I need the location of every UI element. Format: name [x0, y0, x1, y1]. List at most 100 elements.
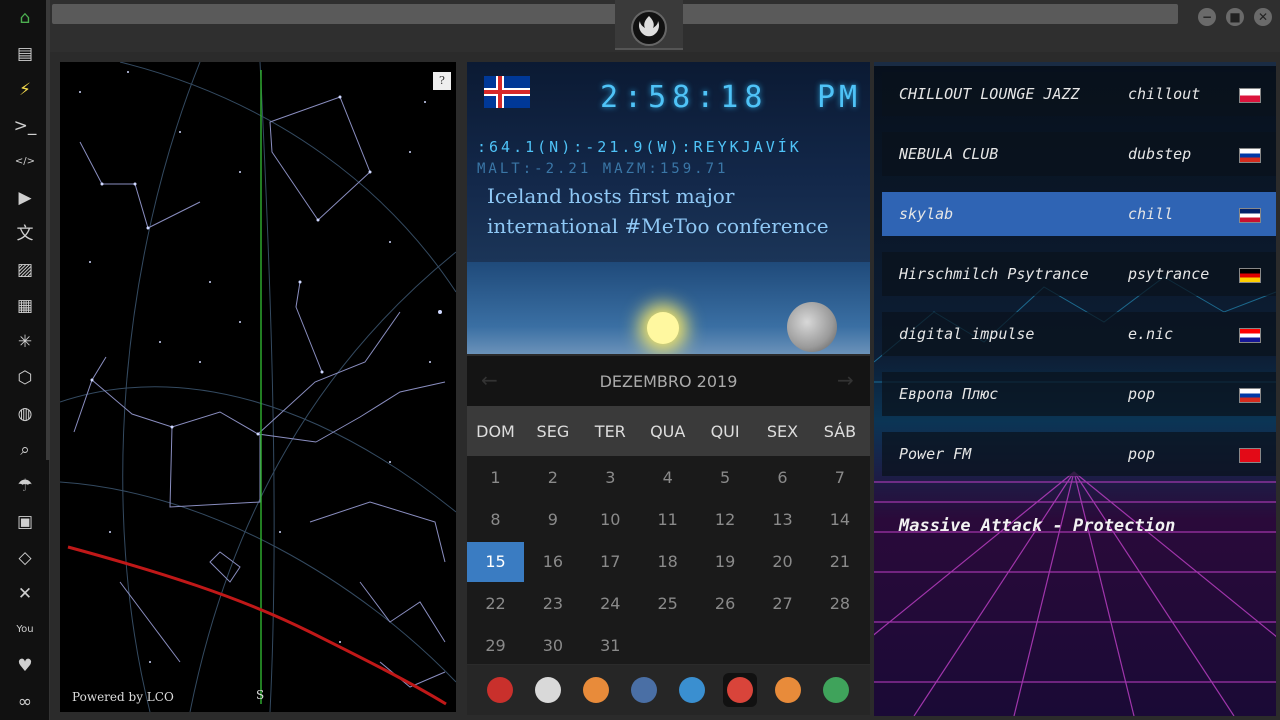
calendar-day[interactable]: 21	[811, 542, 868, 582]
station-row[interactable]: digital impulse e.nic	[882, 312, 1276, 356]
terminal-icon[interactable]: >_	[13, 114, 37, 138]
search-app-icon-glyph	[583, 677, 609, 703]
station-flag-icon	[1239, 448, 1261, 463]
yandex-app-icon[interactable]	[819, 673, 853, 707]
newspaper-icon[interactable]	[531, 673, 565, 707]
rebel-logo-icon	[639, 16, 659, 37]
weekday-label: SEG	[536, 422, 570, 441]
calendar-day[interactable]: 14	[811, 500, 868, 540]
calendar-day[interactable]: 5	[697, 458, 754, 498]
calendar-day[interactable]: 8	[467, 500, 524, 540]
station-flag-icon	[1239, 388, 1261, 403]
translate-icon[interactable]: 文	[13, 222, 37, 246]
calendar-day[interactable]: 2	[524, 458, 581, 498]
news-icon[interactable]: ▦	[13, 294, 37, 318]
document-icon[interactable]: ▤	[13, 42, 37, 66]
home-icon[interactable]: ⌂	[13, 6, 37, 30]
calendar-day[interactable]: 19	[697, 542, 754, 582]
search-icon[interactable]: ⌕	[13, 438, 37, 462]
heart-icon[interactable]: ♥	[13, 654, 37, 678]
station-row[interactable]: skylab chill	[882, 192, 1276, 236]
next-month-button[interactable]: →	[837, 368, 854, 392]
link-icon[interactable]: ◇	[13, 546, 37, 570]
help-button[interactable]: ?	[433, 72, 451, 90]
station-name: Hirschmilch Psytrance	[899, 265, 1089, 283]
calendar-day[interactable]: 23	[524, 584, 581, 624]
calendar-day[interactable]: 10	[582, 500, 639, 540]
close-button[interactable]: ✕	[1254, 8, 1272, 26]
contact-icon[interactable]: ▣	[13, 510, 37, 534]
station-row[interactable]: Европа Плюс pop	[882, 372, 1276, 416]
calendar-day[interactable]: 24	[582, 584, 639, 624]
calendar-day[interactable]: 27	[754, 584, 811, 624]
umbrella-icon[interactable]: ☂	[13, 474, 37, 498]
station-row[interactable]: Hirschmilch Psytrance psytrance	[882, 252, 1276, 296]
calendar-day[interactable]: 31	[582, 626, 639, 666]
image-icon[interactable]: ▨	[13, 258, 37, 282]
iceland-flag-icon	[484, 76, 530, 108]
calendar-day[interactable]: 9	[524, 500, 581, 540]
sky-map-canvas	[60, 62, 456, 712]
calendar-day[interactable]: 30	[524, 626, 581, 666]
station-genre: chill	[1128, 205, 1174, 223]
logo-tab[interactable]	[615, 0, 683, 50]
calendar-weekday-row: DOM SEG TER QUA QUI SEX SÁB	[467, 406, 870, 456]
calendar-day[interactable]: 28	[811, 584, 868, 624]
infinity-icon[interactable]: ∞	[13, 690, 37, 714]
station-row[interactable]: NEBULA CLUB dubstep	[882, 132, 1276, 176]
calendar-day[interactable]: 20	[754, 542, 811, 582]
yandex-app-icon-glyph	[823, 677, 849, 703]
station-genre: psytrance	[1128, 265, 1210, 283]
station-row[interactable]: CHILLOUT LOUNGE JAZZ chillout	[882, 72, 1276, 116]
calendar-day[interactable]: 6	[754, 458, 811, 498]
calendar-day[interactable]: 29	[467, 626, 524, 666]
calendar-day[interactable]: 3	[582, 458, 639, 498]
station-flag-icon	[1239, 148, 1261, 163]
calendar-day[interactable]: 22	[467, 584, 524, 624]
lightning-icon[interactable]: ⚡	[13, 78, 37, 102]
calendar-day[interactable]: 11	[639, 500, 696, 540]
powered-by-label: Powered by LCO	[72, 690, 174, 704]
station-name: NEBULA CLUB	[899, 145, 999, 163]
play-icon[interactable]: ▶	[13, 186, 37, 210]
clock-panel: 2:58:18 PM :64.1(N):-21.9(W):REYKJAVÍK M…	[467, 62, 870, 354]
calendar-day[interactable]: 17	[582, 542, 639, 582]
calendar-app-icon[interactable]	[723, 673, 757, 707]
search-app-icon[interactable]	[579, 673, 613, 707]
calendar-day[interactable]: 1	[467, 458, 524, 498]
calendar-day[interactable]: 13	[754, 500, 811, 540]
hexagon-icon[interactable]: ⬡	[13, 366, 37, 390]
arch-icon[interactable]	[483, 673, 517, 707]
maximize-button[interactable]: ■	[1226, 8, 1244, 26]
weekday-label: SEX	[766, 422, 799, 441]
sidebar: ⌂ ▤ ⚡ >_ </> ▶ 文 ▨ ▦ ✳ ⬡ ◍ ⌕ ☂ ▣ ◇ ✕ You ♥ ∞	[0, 0, 50, 720]
calendar-day[interactable]: 4	[639, 458, 696, 498]
globe-app-icon[interactable]	[675, 673, 709, 707]
clock-app-icon[interactable]	[627, 673, 661, 707]
top-bar: − ■ ✕	[50, 0, 1280, 52]
station-row[interactable]: Power FM pop	[882, 432, 1276, 476]
newspaper-icon-glyph	[535, 677, 561, 703]
calendar-day[interactable]: 26	[697, 584, 754, 624]
minimize-button[interactable]: −	[1198, 8, 1216, 26]
station-genre: pop	[1128, 445, 1156, 463]
rebel-icon[interactable]: ✳	[13, 330, 37, 354]
clock-time: 2:58:18	[600, 80, 769, 115]
globe-icon[interactable]: ◍	[13, 402, 37, 426]
code-icon[interactable]: </>	[13, 150, 37, 174]
expand-icon[interactable]: ✕	[13, 582, 37, 606]
youtube-icon[interactable]: You	[13, 618, 37, 642]
calendar-day[interactable]: 18	[639, 542, 696, 582]
calendar-day[interactable]: 12	[697, 500, 754, 540]
news-headline[interactable]: Iceland hosts first major international …	[487, 181, 857, 241]
calendar-day-today[interactable]: 15	[467, 542, 524, 582]
calendar-day[interactable]: 25	[639, 584, 696, 624]
calendar-day[interactable]: 7	[811, 458, 868, 498]
sidebar-scrollbar[interactable]	[46, 0, 50, 460]
compass-south-label: S	[256, 688, 265, 702]
globe-app-icon-glyph	[679, 677, 705, 703]
sky-map[interactable]: ? Powered by LCO S	[60, 62, 456, 712]
calendar-day[interactable]: 16	[524, 542, 581, 582]
arrow-app-icon[interactable]	[771, 673, 805, 707]
station-name: digital impulse	[899, 325, 1035, 343]
